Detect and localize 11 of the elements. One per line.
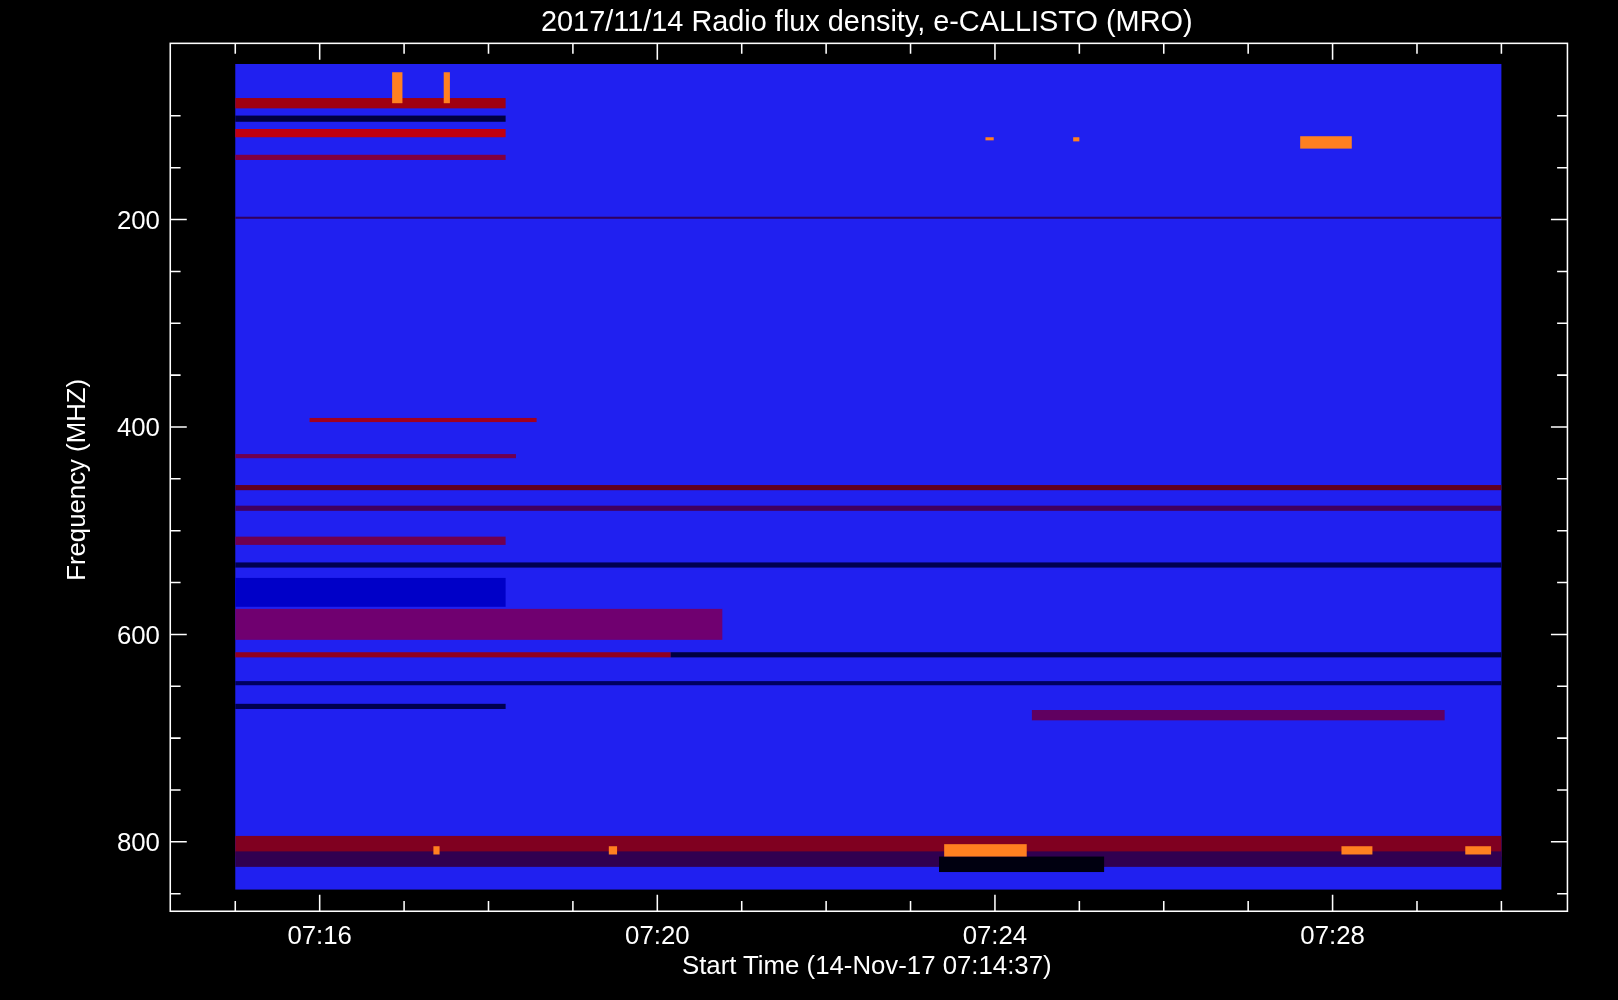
x-axis-label: Start Time (14-Nov-17 07:14:37) <box>681 951 1052 980</box>
y-tick-label: 600 <box>116 620 160 649</box>
x-tick-label: 07:28 <box>1300 921 1365 950</box>
y-tick-label: 400 <box>116 413 160 442</box>
y-axis-label: Frequency (MHZ) <box>61 378 90 581</box>
x-tick-label: 07:16 <box>287 921 352 950</box>
x-tick-label: 07:24 <box>962 921 1028 950</box>
y-tick-label: 800 <box>116 828 160 857</box>
plot-title: 2017/11/14 Radio flux density, e-CALLISTO (MRO) <box>541 4 1193 37</box>
x-tick-label: 07:20 <box>625 921 690 950</box>
y-tick-label: 200 <box>116 205 160 234</box>
